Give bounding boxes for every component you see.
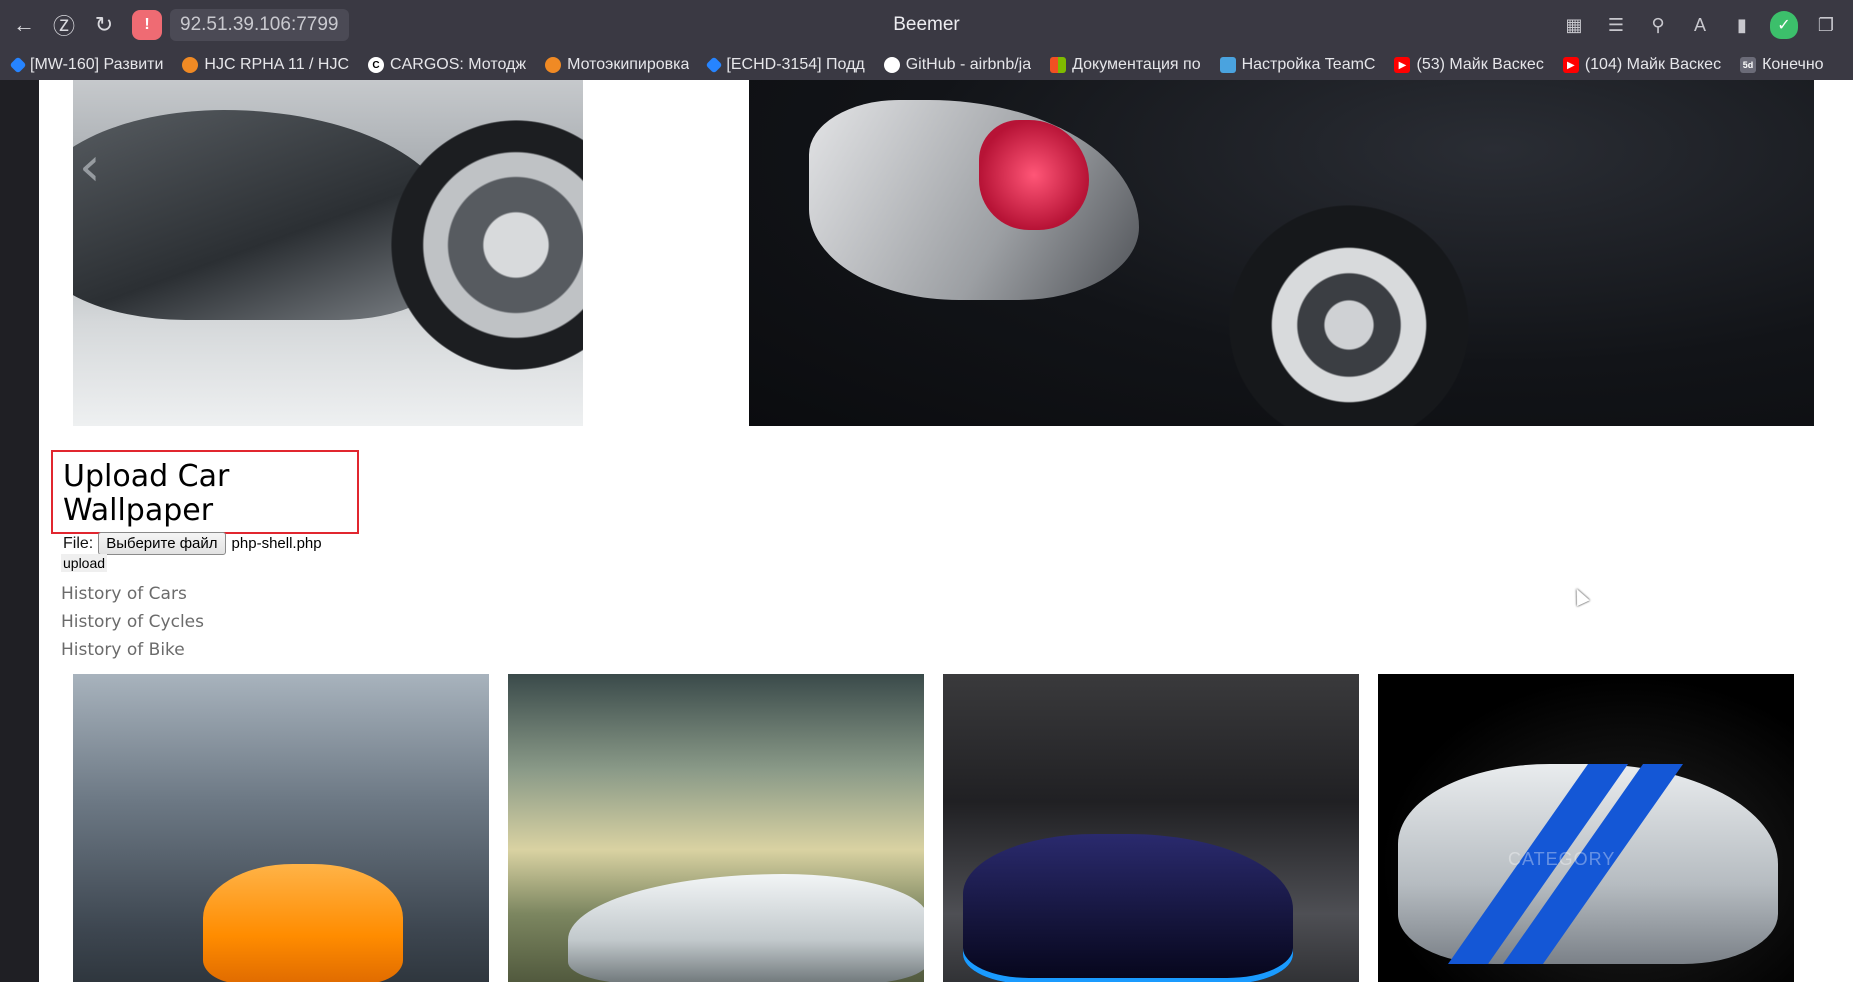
bookmarks-bar: [MW-160] Развити HJC RPHA 11 / HJC C CARG… [0,50,1853,80]
file-label: File: [63,534,94,552]
toolbar-right: ▦ ☰ ⚲ Α ▮ ✓ ❐ [1557,8,1843,42]
carousel-next-icon[interactable]: › [1811,135,1833,198]
reload-icon[interactable]: ↻ [84,5,124,45]
carousel-image [749,80,1814,426]
car-shape [963,834,1293,982]
translate-icon[interactable]: Α [1683,8,1717,42]
link-history-of-bike[interactable]: History of Bike [61,636,204,664]
bookmark-item[interactable]: C CARGOS: Мотодж [356,56,533,74]
jira-icon [9,56,27,74]
bookmark-icon[interactable]: ▮ [1725,8,1759,42]
bookmark-item[interactable]: HJC RPHA 11 / HJC [170,56,356,74]
apps-icon[interactable]: ▦ [1557,8,1591,42]
thumb-overlay-text: CATEGORY [1508,849,1616,869]
moto-icon [545,57,562,73]
car-wheel-shape [391,120,583,370]
url-text[interactable]: 92.51.39.106:7799 [170,9,349,41]
5d-icon: 5d [1740,57,1757,73]
shield-icon: ✓ [1770,11,1798,39]
upload-submit-button[interactable]: upload [61,554,108,572]
car-shape [568,874,924,982]
car-wheel-shape [1229,205,1469,426]
bookmark-item[interactable]: ▶ (53) Майк Васкес [1382,56,1550,74]
bookmark-item[interactable]: [MW-160] Развити [0,56,170,74]
browser-toolbar: ← Ⓩ ↻ ! 92.51.39.106:7799 Beemer ▦ ☰ ⚲ Α… [0,0,1853,50]
moto-icon [182,57,199,73]
car-shape [203,864,403,982]
carousel-image [73,80,583,426]
insecure-warning-icon[interactable]: ! [132,10,162,40]
bookmark-item[interactable]: 5d Конечно [1728,56,1831,74]
page-viewport: ‹ › Upload Car Wallpaper File: Выберите … [0,80,1853,982]
page-body: ‹ › Upload Car Wallpaper File: Выберите … [39,80,1853,982]
bookmark-item[interactable]: Документация по [1038,56,1207,74]
yandex-home-icon[interactable]: Ⓩ [44,5,84,45]
gallery-thumb[interactable] [73,674,489,982]
bookmark-item[interactable]: ▶ (104) Майк Васкес [1551,56,1728,74]
bookmark-item[interactable]: [ECHD-3154] Подд [696,56,871,74]
youtube-icon: ▶ [1562,57,1579,73]
link-history-of-cycles[interactable]: History of Cycles [61,608,204,636]
teamcity-icon [1219,57,1236,73]
gallery-thumb[interactable] [508,674,924,982]
file-row: File: Выберите файл php-shell.php [63,532,347,555]
extensions-icon[interactable]: ❐ [1809,8,1843,42]
gallery-thumb[interactable]: CATEGORY [1378,674,1794,982]
youtube-icon: ▶ [1394,57,1411,73]
wallpaper-gallery: CATEGORY [73,674,1794,982]
car-body-shape [809,100,1139,300]
bookmark-item[interactable]: Мотоэкипировка [533,56,696,74]
history-links: History of Cars History of Cycles Histor… [61,580,204,664]
choose-file-button[interactable]: Выберите файл [98,532,226,555]
selected-file-name: php-shell.php [231,535,322,552]
upload-title: Upload Car Wallpaper [63,459,230,528]
image-carousel: ‹ › [39,80,1853,426]
carousel-prev-icon[interactable]: ‹ [79,135,101,198]
reader-icon[interactable]: ☰ [1599,8,1633,42]
jira-icon [705,56,723,74]
bookmark-item[interactable]: GitHub - airbnb/ja [872,56,1038,74]
gallery-thumb[interactable] [943,674,1359,982]
bookmark-item[interactable]: Настройка TeamC [1208,56,1383,74]
back-icon[interactable]: ← [4,5,44,45]
c-icon: C [368,57,385,73]
protect-button[interactable]: ✓ [1767,8,1801,42]
address-bar[interactable]: ! 92.51.39.106:7799 [132,8,349,42]
upload-form: Upload Car Wallpaper File: Выберите файл… [51,450,359,555]
github-icon [883,57,900,73]
microsoft-icon [1050,57,1067,73]
link-history-of-cars[interactable]: History of Cars [61,580,204,608]
search-icon[interactable]: ⚲ [1641,8,1675,42]
